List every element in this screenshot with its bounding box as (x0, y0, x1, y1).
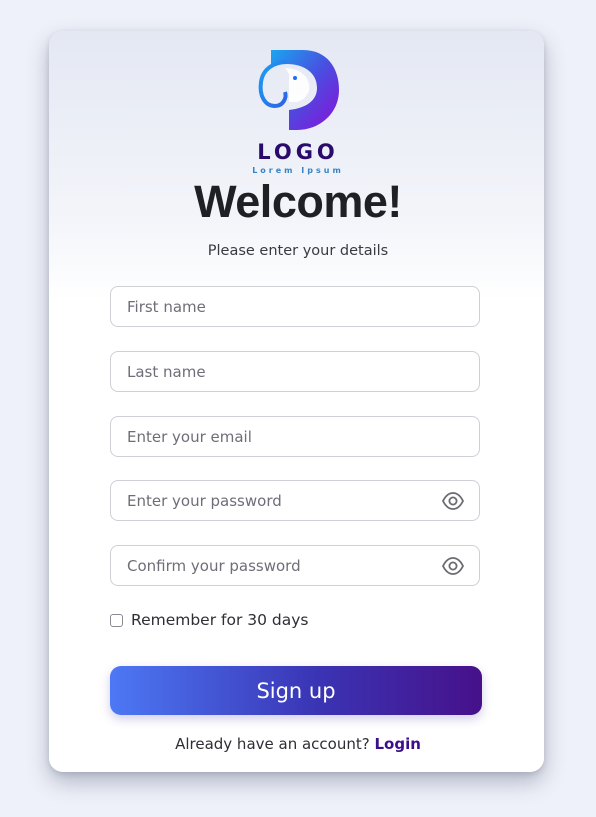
login-prompt: Already have an account? Login (0, 735, 596, 753)
confirm-password-input[interactable] (127, 546, 437, 585)
email-field[interactable] (110, 416, 480, 457)
first-name-input[interactable] (127, 287, 437, 326)
logo-text: LOGO (257, 140, 339, 164)
eye-icon[interactable] (441, 490, 465, 512)
first-name-field[interactable] (110, 286, 480, 327)
password-input[interactable] (127, 481, 437, 520)
login-prompt-text: Already have an account? (175, 735, 370, 753)
logo-tagline: Lorem Ipsum (252, 166, 344, 175)
confirm-password-field[interactable] (110, 545, 480, 586)
page-title: Welcome! (194, 176, 402, 227)
password-field[interactable] (110, 480, 480, 521)
login-link[interactable]: Login (374, 735, 420, 753)
remember-label[interactable]: Remember for 30 days (131, 611, 309, 629)
last-name-input[interactable] (127, 352, 437, 391)
last-name-field[interactable] (110, 351, 480, 392)
logo-icon (258, 50, 339, 130)
remember-row: Remember for 30 days (110, 610, 309, 630)
email-input[interactable] (127, 417, 437, 456)
remember-checkbox[interactable] (110, 613, 123, 627)
page-subtitle: Please enter your details (207, 243, 389, 259)
eye-icon[interactable] (441, 555, 465, 577)
sign-up-button[interactable]: Sign up (110, 666, 482, 715)
